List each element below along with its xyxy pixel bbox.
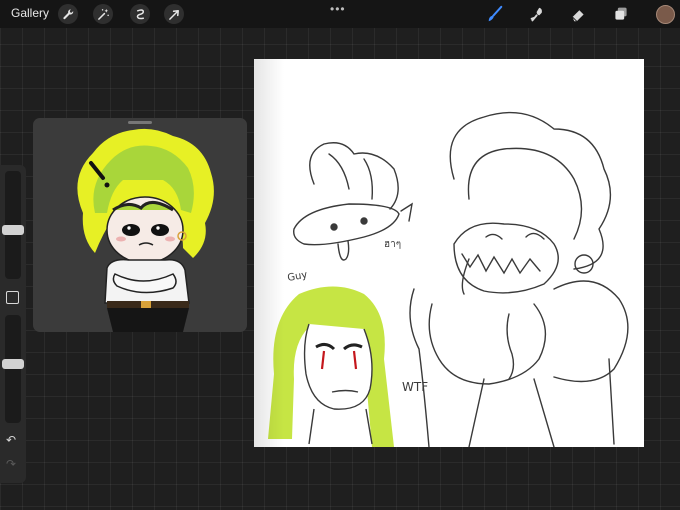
top-toolbar: Gallery ••• xyxy=(0,0,680,28)
selection-icon[interactable] xyxy=(130,4,150,24)
redo-button[interactable]: ↷ xyxy=(6,457,16,471)
color-picker[interactable] xyxy=(656,5,675,24)
right-eye xyxy=(151,224,169,236)
pants xyxy=(107,308,189,332)
left-eye xyxy=(122,224,140,236)
opacity-slider[interactable] xyxy=(2,315,24,423)
opacity-thumb[interactable] xyxy=(2,359,24,369)
annotation-wtf: WTF xyxy=(402,380,428,394)
magic-wand-icon[interactable] xyxy=(93,4,113,24)
smudge-icon[interactable] xyxy=(526,4,548,24)
sketch-green-hair-character xyxy=(268,286,394,447)
brush-icon[interactable] xyxy=(484,4,506,24)
annotation-guy: Guy xyxy=(287,270,309,284)
canvas-artwork: ฮาๆ Guy WTF xyxy=(268,111,629,447)
wrench-icon[interactable] xyxy=(58,4,78,24)
brush-size-slider[interactable] xyxy=(2,171,24,279)
reference-window[interactable] xyxy=(33,118,247,332)
annotation-thai: ฮาๆ xyxy=(384,239,401,250)
left-sidebar: ↶ ↷ xyxy=(0,165,26,483)
brush-size-thumb[interactable] xyxy=(2,225,24,235)
reference-image xyxy=(77,128,214,332)
more-options-icon[interactable]: ••• xyxy=(330,2,346,16)
gallery-button[interactable]: Gallery xyxy=(11,6,49,20)
sketch-big-character xyxy=(409,111,629,447)
arrow-cursor-icon[interactable] xyxy=(164,4,184,24)
drawing-canvas[interactable]: ฮาๆ Guy WTF xyxy=(254,59,644,447)
undo-button[interactable]: ↶ xyxy=(6,433,16,447)
reference-drag-handle[interactable] xyxy=(128,121,152,124)
eraser-icon[interactable] xyxy=(567,4,589,24)
layers-icon[interactable] xyxy=(610,4,632,24)
modify-button[interactable] xyxy=(6,291,19,304)
